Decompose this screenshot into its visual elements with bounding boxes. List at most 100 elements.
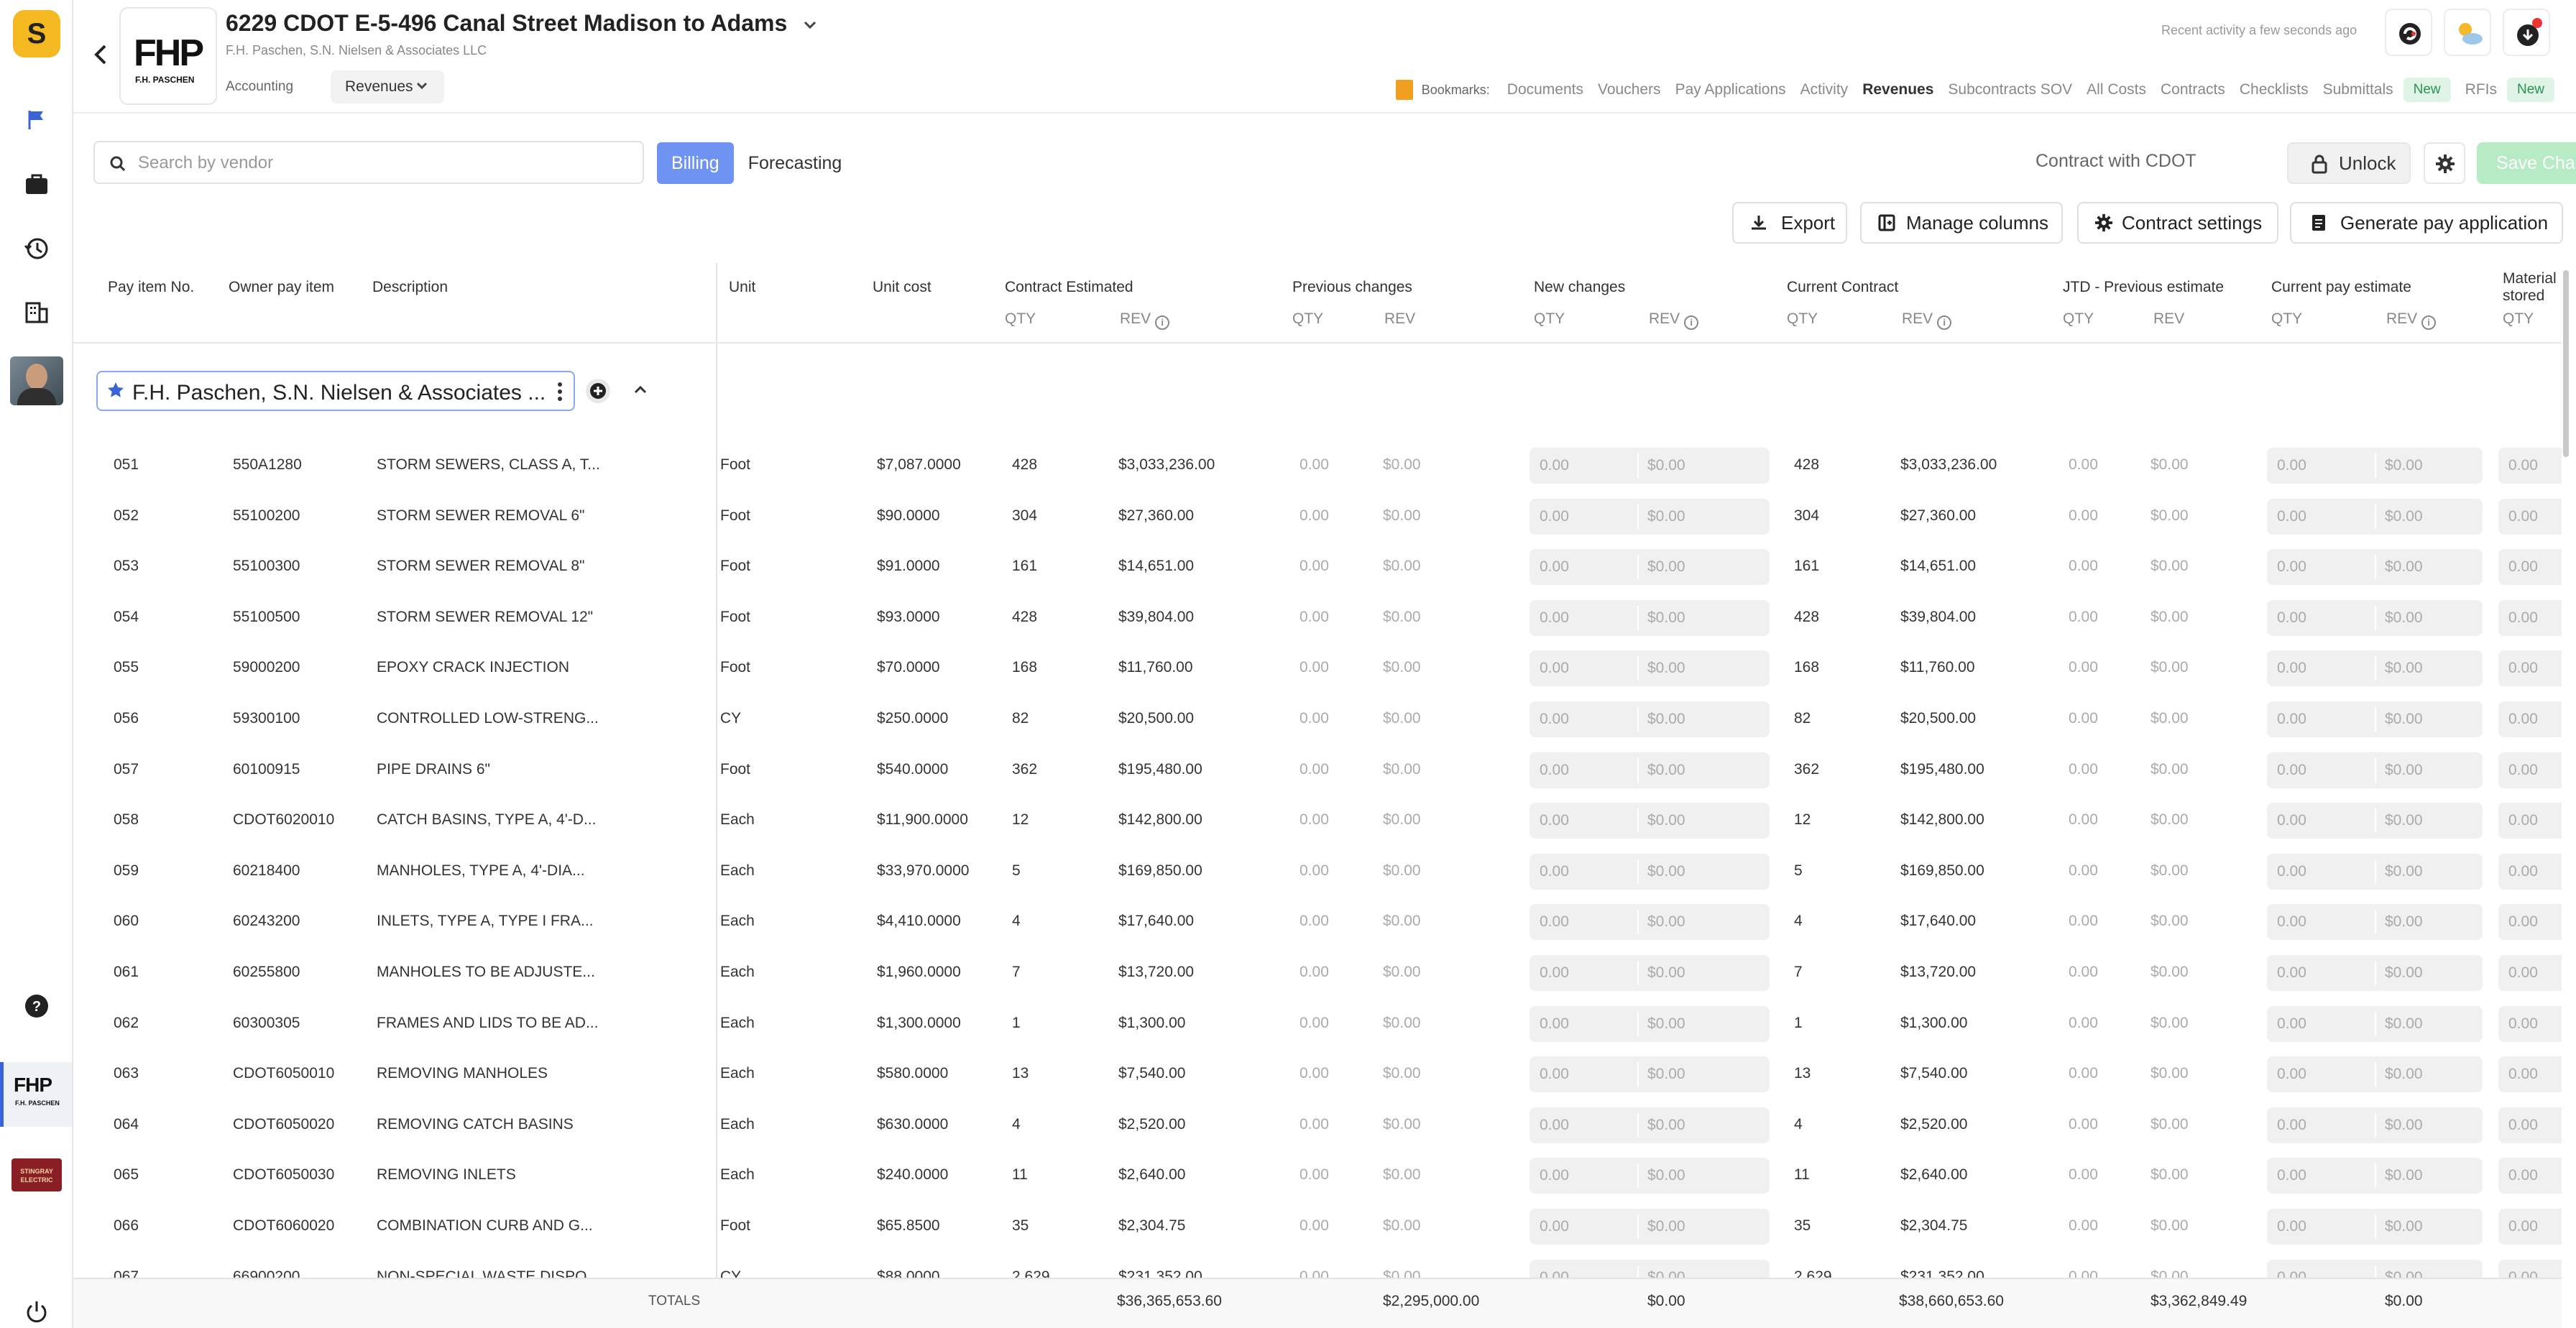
bookmark-pay-applications[interactable]: Pay Applications (1675, 81, 1786, 98)
qty-input[interactable]: 0.00 (2508, 1158, 2538, 1194)
qty-input[interactable]: 0.00 (2508, 904, 2538, 940)
qty-input[interactable]: 0.00 (2277, 448, 2306, 484)
rev-input[interactable]: $0.00 (1647, 1107, 1685, 1143)
qty-input[interactable]: 0.00 (2508, 752, 2538, 788)
info-icon[interactable]: i (2421, 315, 2437, 330)
table-row[interactable]: 058 CDOT6020010 CATCH BASINS, TYPE A, 4'-D… (73, 795, 2562, 845)
editable-qty-rev-pair[interactable]: 0.00 $0.00 (1530, 1107, 1770, 1143)
info-icon[interactable]: i (1684, 315, 1699, 330)
editable-qty-rev-pair[interactable]: 0.00 $0.00 (2267, 803, 2483, 839)
tab-forecasting[interactable]: Forecasting (734, 142, 857, 184)
table-row[interactable]: 061 60255800 MANHOLES TO BE ADJUSTE... Each… (73, 947, 2562, 997)
chevron-up-icon[interactable] (632, 384, 648, 395)
material-stored-input[interactable]: 0.00$0.00 (2498, 854, 2562, 890)
rev-input[interactable]: $0.00 (1647, 752, 1685, 788)
col-unit-cost[interactable]: Unit cost (873, 279, 932, 296)
qty-input[interactable]: 0.00 (1540, 1158, 1569, 1194)
qty-input[interactable]: 0.00 (2277, 1158, 2306, 1194)
info-icon[interactable]: i (1937, 315, 1952, 330)
qty-input[interactable]: 0.00 (2277, 803, 2306, 839)
rev-input[interactable]: $0.00 (2385, 600, 2423, 636)
col-contract-estimated[interactable]: Contract Estimated (1005, 279, 1133, 296)
material-stored-input[interactable]: 0.00$0.00 (2498, 1056, 2562, 1092)
editable-qty-rev-pair[interactable]: 0.00 $0.00 (1530, 448, 1770, 484)
help-icon[interactable]: ? (22, 992, 51, 1020)
manage-columns-button[interactable]: Manage columns (1860, 202, 2063, 244)
material-stored-input[interactable]: 0.00$0.00 (2498, 499, 2562, 535)
qty-input[interactable]: 0.00 (2277, 701, 2306, 737)
col-material-stored[interactable]: Material stored (2503, 270, 2557, 305)
bookmark-rfis[interactable]: RFIs (2465, 81, 2497, 98)
rev-input[interactable]: $0.00 (2385, 701, 2423, 737)
rev-input[interactable]: $0.00 (2385, 904, 2423, 940)
rev-input[interactable]: $0.00 (2385, 1006, 2423, 1042)
material-stored-input[interactable]: 0.00$0.00 (2498, 549, 2562, 585)
power-icon[interactable] (22, 1298, 51, 1327)
rev-input[interactable]: $0.00 (2385, 549, 2423, 585)
qty-input[interactable]: 0.00 (1540, 955, 1569, 991)
material-stored-input[interactable]: 0.00$0.00 (2498, 701, 2562, 737)
qty-input[interactable]: 0.00 (1540, 1209, 1569, 1245)
qty-input[interactable]: 0.00 (2277, 1209, 2306, 1245)
rev-input[interactable]: $0.00 (2385, 803, 2423, 839)
editable-qty-rev-pair[interactable]: 0.00 $0.00 (2267, 499, 2483, 535)
generate-pay-application-button[interactable]: Generate pay application (2290, 202, 2563, 244)
qty-input[interactable]: 0.00 (2508, 600, 2538, 636)
rev-input[interactable]: $0.00 (2385, 752, 2423, 788)
rev-input[interactable]: $0.00 (1647, 1209, 1685, 1245)
flag-icon[interactable] (22, 105, 51, 134)
qty-input[interactable]: 0.00 (2508, 701, 2538, 737)
material-stored-input[interactable]: 0.00$0.00 (2498, 955, 2562, 991)
editable-qty-rev-pair[interactable]: 0.00 $0.00 (1530, 701, 1770, 737)
qty-input[interactable]: 0.00 (2508, 499, 2538, 535)
editable-qty-rev-pair[interactable]: 0.00 $0.00 (2267, 752, 2483, 788)
qty-input[interactable]: 0.00 (1540, 904, 1569, 940)
editable-qty-rev-pair[interactable]: 0.00 $0.00 (1530, 803, 1770, 839)
qty-input[interactable]: 0.00 (2508, 1006, 2538, 1042)
editable-qty-rev-pair[interactable]: 0.00 $0.00 (1530, 904, 1770, 940)
settings-button[interactable] (2424, 142, 2465, 184)
app-logo[interactable]: S (13, 10, 60, 57)
bookmark-contracts[interactable]: Contracts (2161, 81, 2225, 98)
qty-input[interactable]: 0.00 (1540, 1107, 1569, 1143)
qty-input[interactable]: 0.00 (2508, 650, 2538, 686)
editable-qty-rev-pair[interactable]: 0.00 $0.00 (2267, 1006, 2483, 1042)
rev-input[interactable]: $0.00 (1647, 803, 1685, 839)
col-current-pay-estimate[interactable]: Current pay estimate (2271, 279, 2411, 296)
qty-input[interactable]: 0.00 (2277, 499, 2306, 535)
project-title-wrap[interactable]: 6229 CDOT E-5-496 Canal Street Madison t… (226, 10, 818, 37)
rev-input[interactable]: $0.00 (1647, 701, 1685, 737)
info-icon[interactable]: i (1155, 315, 1170, 330)
qty-input[interactable]: 0.00 (2277, 1107, 2306, 1143)
rev-input[interactable]: $0.00 (1647, 1006, 1685, 1042)
editable-qty-rev-pair[interactable]: 0.00 $0.00 (1530, 752, 1770, 788)
table-row[interactable]: 055 59000200 EPOXY CRACK INJECTION Foot $70.… (73, 642, 2562, 693)
qty-input[interactable]: 0.00 (2277, 650, 2306, 686)
rev-input[interactable]: $0.00 (1647, 955, 1685, 991)
editable-qty-rev-pair[interactable]: 0.00 $0.00 (2267, 701, 2483, 737)
qty-input[interactable]: 0.00 (2508, 448, 2538, 484)
rev-input[interactable]: $0.00 (2385, 1209, 2423, 1245)
rev-input[interactable]: $0.00 (1647, 1158, 1685, 1194)
bookmark-subcontracts-sov[interactable]: Subcontracts SOV (1948, 81, 2072, 98)
material-stored-input[interactable]: 0.00$0.00 (2498, 752, 2562, 788)
table-row[interactable]: 051 550A1280 STORM SEWERS, CLASS A, T... Fo… (73, 440, 2562, 490)
material-stored-input[interactable]: 0.00$0.00 (2498, 448, 2562, 484)
table-row[interactable]: 057 60100915 PIPE DRAINS 6" Foot $540.0000 36… (73, 744, 2562, 795)
editable-qty-rev-pair[interactable]: 0.00 $0.00 (2267, 1056, 2483, 1092)
export-button[interactable]: Export (1732, 202, 1847, 244)
col-jtd-previous-estimate[interactable]: JTD - Previous estimate (2063, 279, 2224, 296)
material-stored-input[interactable]: 0.00$0.00 (2498, 803, 2562, 839)
col-unit[interactable]: Unit (729, 279, 755, 296)
material-stored-input[interactable]: 0.00$0.00 (2498, 904, 2562, 940)
vertical-scrollbar[interactable] (2563, 266, 2569, 1272)
qty-input[interactable]: 0.00 (1540, 752, 1569, 788)
rev-input[interactable]: $0.00 (2385, 1056, 2423, 1092)
qty-input[interactable]: 0.00 (2277, 752, 2306, 788)
editable-qty-rev-pair[interactable]: 0.00 $0.00 (2267, 600, 2483, 636)
editable-qty-rev-pair[interactable]: 0.00 $0.00 (2267, 549, 2483, 585)
material-stored-input[interactable]: 0.00$0.00 (2498, 1158, 2562, 1194)
bookmark-documents[interactable]: Documents (1507, 81, 1583, 98)
rev-input[interactable]: $0.00 (1647, 600, 1685, 636)
rev-input[interactable]: $0.00 (1647, 1056, 1685, 1092)
